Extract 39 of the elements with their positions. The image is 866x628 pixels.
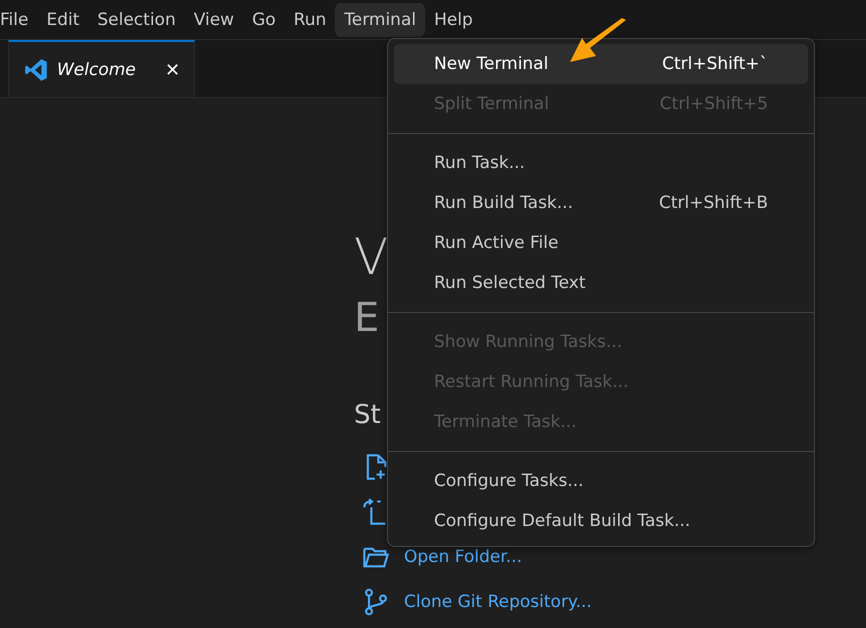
editor-tab[interactable]: Welcome ✕ [8,40,195,97]
branch-icon [362,588,390,616]
menu-item-label: Run Selected Text [434,273,586,293]
menu-item[interactable]: Run Build Task... Ctrl+Shift+B [394,183,808,223]
welcome-link[interactable]: Clone Git Repository... [404,592,592,612]
menu-item-label: Restart Running Task... [434,372,628,392]
menu-item-label: Run Build Task... [434,193,573,213]
keyboard-shortcut: Ctrl+Shift+B [658,193,768,213]
menu-bar-item[interactable]: Help [425,2,482,36]
menu-item-label: Configure Default Build Task... [434,511,690,531]
menu-item-label: New Terminal [434,54,548,74]
menu-item[interactable]: Configure Tasks... [394,461,808,501]
tab-title: Welcome [57,60,137,80]
menu-item-label: Terminate Task... [434,412,577,432]
menu-item-label: Run Task... [434,153,525,173]
menu-bar-item[interactable]: Edit [37,2,88,36]
menu-item-label: Split Terminal [434,94,549,114]
keyboard-shortcut: Ctrl+Shift+5 [660,94,768,114]
menu-bar-item[interactable]: Go [243,2,285,36]
section-heading: St [354,399,381,432]
menu-item-label: Show Running Tasks... [434,332,622,352]
code-editor-logo-icon [23,56,49,82]
menu-item[interactable]: Configure Default Build Task... [394,501,808,541]
menu-item[interactable]: New Terminal Ctrl+Shift+` [394,44,808,84]
menu-bar-item[interactable]: Terminal [335,2,426,36]
welcome-subtitle: E [354,294,380,342]
menu-item[interactable]: Run Task... [394,143,808,183]
menu-bar-item[interactable]: Run [284,2,336,36]
welcome-title: V [354,227,388,288]
menu-bar-item[interactable]: Selection [88,2,185,36]
menu-bar-item[interactable]: File [0,2,38,36]
menu-item[interactable]: Run Selected Text [394,263,808,303]
keyboard-shortcut: Ctrl+Shift+` [662,54,768,74]
close-button[interactable]: ✕ [165,58,180,80]
menu-item[interactable]: Run Active File [394,223,808,263]
welcome-link[interactable]: Open Folder... [404,546,522,566]
menu-bar-item[interactable]: View [184,2,244,36]
menu-item-label: Run Active File [434,233,558,253]
menu-item-label: Configure Tasks... [434,471,584,491]
